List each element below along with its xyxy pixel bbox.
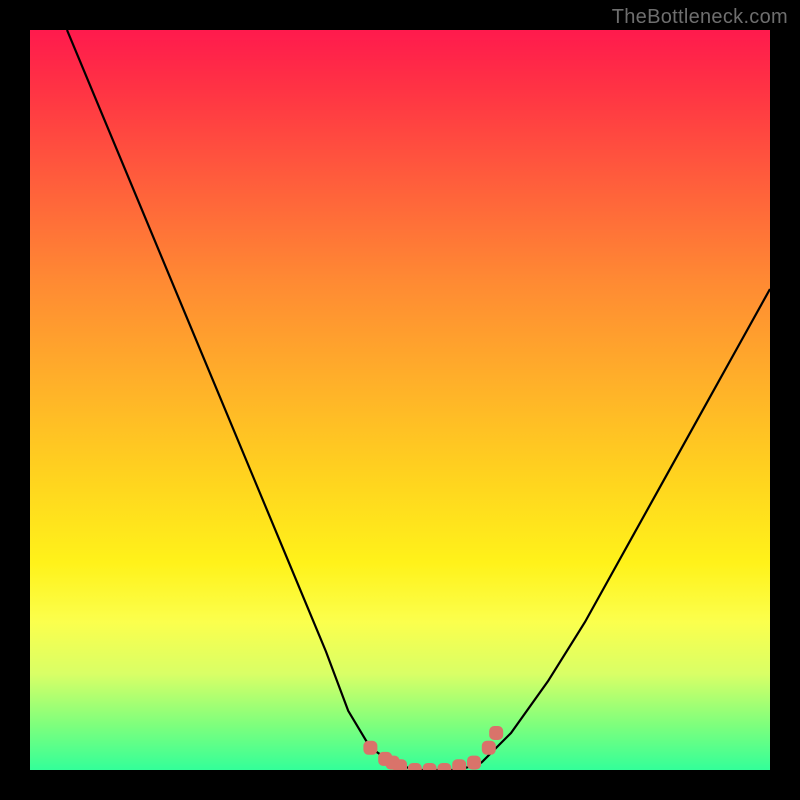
valley-marker xyxy=(408,763,422,770)
valley-marker xyxy=(437,763,451,770)
valley-marker xyxy=(363,741,377,755)
valley-marker-group xyxy=(363,726,503,770)
chart-frame: TheBottleneck.com xyxy=(0,0,800,800)
valley-marker xyxy=(467,756,481,770)
valley-marker xyxy=(489,726,503,740)
watermark-text: TheBottleneck.com xyxy=(612,6,788,29)
curve-layer xyxy=(30,30,770,770)
bottleneck-curve xyxy=(67,30,770,770)
valley-marker xyxy=(482,741,496,755)
valley-marker xyxy=(393,759,407,770)
valley-marker xyxy=(423,763,437,770)
plot-area xyxy=(30,30,770,770)
valley-marker xyxy=(452,759,466,770)
